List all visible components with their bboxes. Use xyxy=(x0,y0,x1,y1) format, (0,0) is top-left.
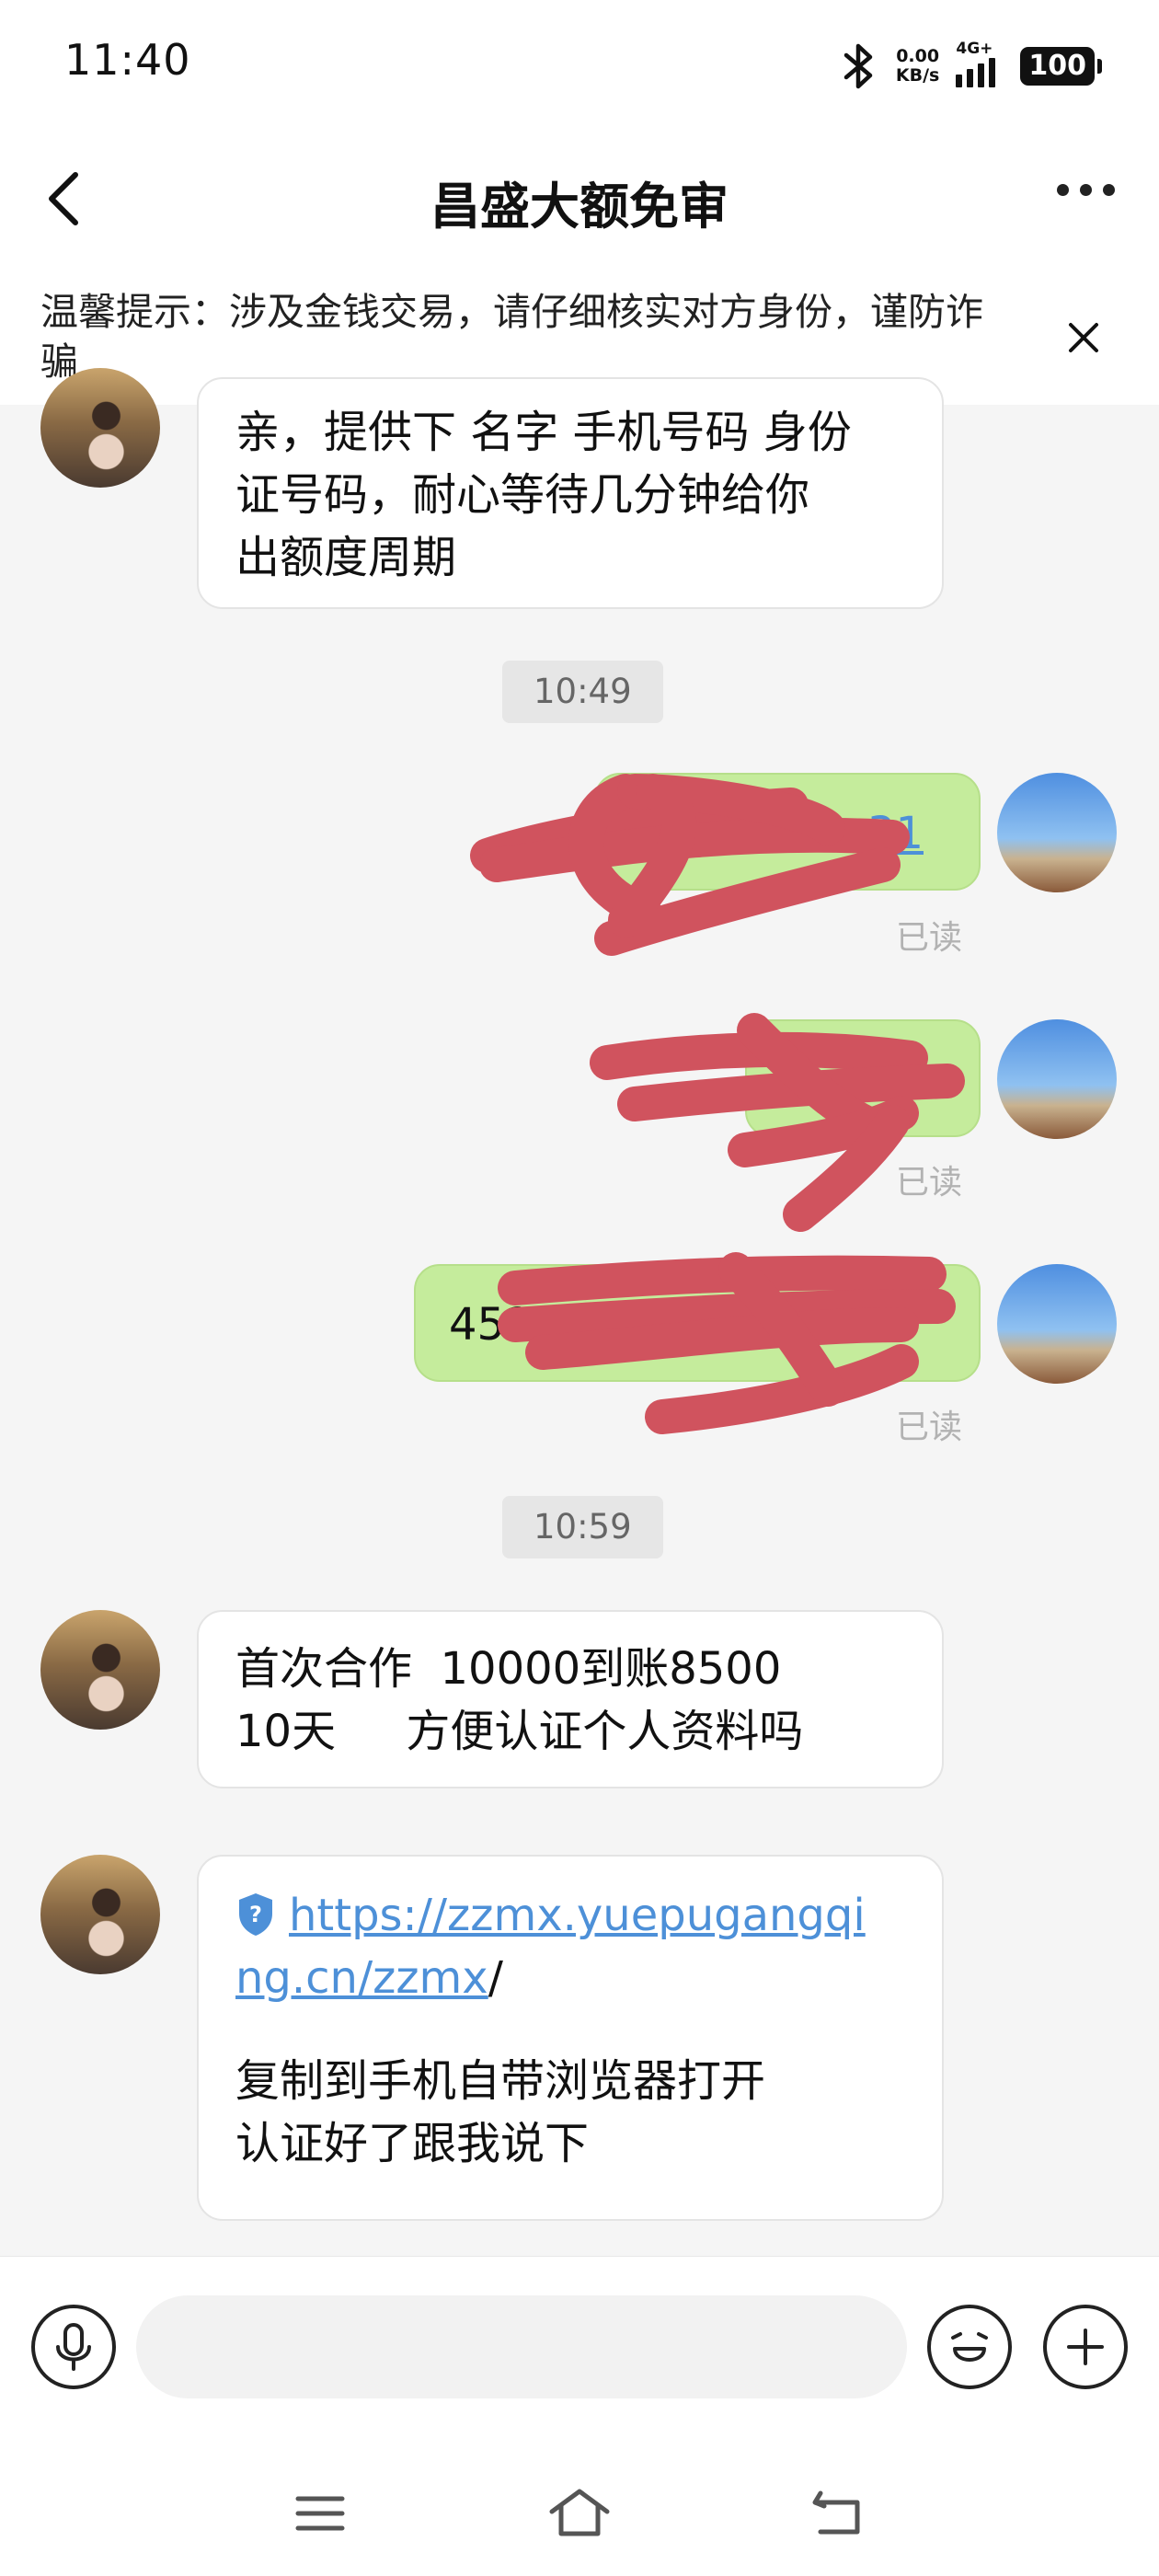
microphone-icon[interactable] xyxy=(31,2305,116,2389)
input-bar xyxy=(0,2256,1159,2454)
incoming-message[interactable]: ? https://zzmx.yuepugangqi ng.cn/zzmx/ 复… xyxy=(197,1855,944,2221)
message-line: 亲，提供下 名字 手机号码 身份 xyxy=(235,407,852,458)
safety-notice: 温馨提示：涉及金钱交易，请仔细核实对方身份，谨防诈骗 xyxy=(40,290,983,384)
contact-avatar[interactable] xyxy=(40,368,160,488)
message-line: 复制到手机自带浏览器打开 xyxy=(235,2055,766,2107)
my-avatar[interactable] xyxy=(997,1019,1117,1139)
message-text: 452 xyxy=(449,1299,534,1351)
read-status: 已读 xyxy=(896,919,963,957)
menu-icon[interactable] xyxy=(293,2490,348,2537)
message-text: 31 xyxy=(866,808,924,859)
close-icon[interactable] xyxy=(1063,317,1104,358)
my-avatar[interactable] xyxy=(997,1264,1117,1384)
plus-icon[interactable] xyxy=(1043,2305,1128,2389)
system-nav-bar xyxy=(0,2453,1159,2576)
status-indicators: 0.00 KB/s 4G+ 100 xyxy=(839,40,1102,92)
incoming-message[interactable]: 首次合作 10000到账8500 10天 方便认证个人资料吗 xyxy=(197,1610,944,1788)
outgoing-message[interactable]: 452 xyxy=(414,1264,981,1382)
my-avatar[interactable] xyxy=(997,773,1117,892)
contact-avatar[interactable] xyxy=(40,1610,160,1730)
message-input[interactable] xyxy=(136,2295,907,2398)
message-line: 首次合作 10000到账8500 xyxy=(235,1643,782,1695)
link-suffix: / xyxy=(488,1952,503,2004)
incoming-message[interactable]: 亲，提供下 名字 手机号码 身份 证号码，耐心等待几分钟给你 出额度周期 xyxy=(197,377,944,609)
outgoing-message[interactable]: 31 xyxy=(594,773,981,891)
timestamp: 10:49 xyxy=(502,661,663,723)
svg-text:?: ? xyxy=(249,1902,262,1927)
battery-level: 100 xyxy=(1020,47,1102,86)
message-line: 认证好了跟我说下 xyxy=(235,2118,590,2169)
message-link[interactable]: https://zzmx.yuepugangqi xyxy=(289,1890,866,1941)
emoji-icon[interactable] xyxy=(927,2305,1012,2389)
more-options-icon[interactable] xyxy=(1057,184,1115,196)
home-icon[interactable] xyxy=(546,2484,613,2541)
network-speed: 0.00 KB/s xyxy=(896,47,939,86)
message-line: 证号码，耐心等待几分钟给你 xyxy=(235,469,810,521)
status-time: 11:40 xyxy=(64,35,191,85)
message-link[interactable]: ng.cn/zzmx xyxy=(235,1952,488,2004)
back-icon[interactable] xyxy=(808,2486,866,2541)
read-status: 已读 xyxy=(896,1164,963,1202)
signal-strength-icon: 4G+ xyxy=(956,40,1004,87)
top-bar: 11:40 0.00 KB/s 4G+ 100 昌盛大额免审 温馨提示：涉及金钱… xyxy=(0,0,1159,405)
bluetooth-icon xyxy=(843,43,873,89)
message-line: 10天 方便认证个人资料吗 xyxy=(235,1706,804,1757)
read-status: 已读 xyxy=(896,1409,963,1446)
network-speed-unit: KB/s xyxy=(895,65,940,86)
chat-title: 昌盛大额免审 xyxy=(430,178,729,236)
security-shield-icon: ? xyxy=(239,1893,272,1936)
timestamp: 10:59 xyxy=(502,1496,663,1558)
message-line: 出额度周期 xyxy=(235,532,457,583)
network-type: 4G+ xyxy=(956,40,993,58)
outgoing-message[interactable] xyxy=(745,1019,981,1137)
contact-avatar[interactable] xyxy=(40,1855,160,1974)
network-speed-value: 0.00 xyxy=(896,46,940,66)
